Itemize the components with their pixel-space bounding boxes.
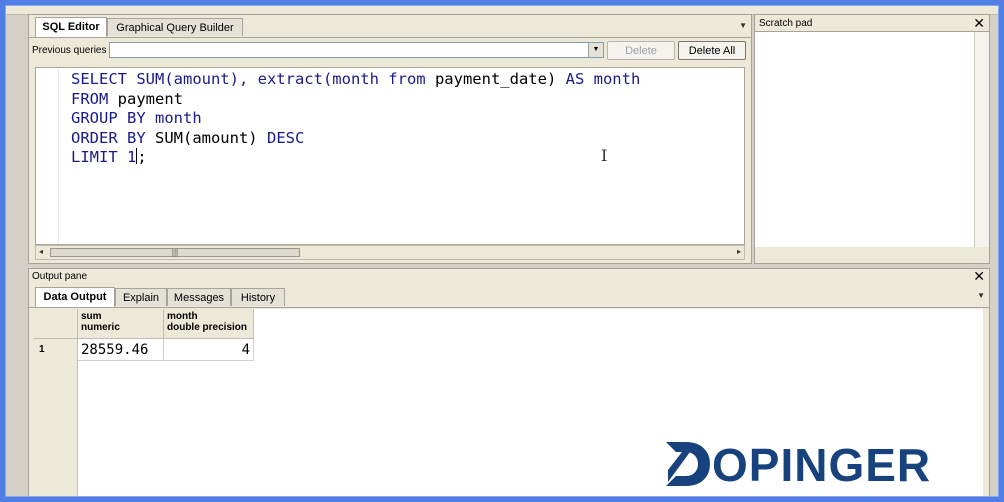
tab-messages[interactable]: Messages: [167, 288, 231, 306]
logo-d-mark-icon: [666, 442, 710, 486]
column-header-month[interactable]: month double precision: [164, 309, 254, 339]
scratch-pad-title: Scratch pad: [759, 18, 813, 29]
logo-text: OPINGER: [712, 439, 932, 491]
sql-code-lines: SELECT SUM(amount), extract(month from p…: [71, 70, 640, 168]
tab-sql-editor[interactable]: SQL Editor: [35, 17, 107, 37]
scratch-vertical-scrollbar[interactable]: [974, 32, 989, 248]
scrollbar-thumb[interactable]: |||: [50, 248, 300, 257]
tab-menu-icon[interactable]: ▼: [739, 21, 747, 30]
tab-data-output[interactable]: Data Output: [35, 287, 115, 307]
table-cell-sum[interactable]: 28559.46: [78, 339, 164, 361]
scroll-right-icon[interactable]: ▸: [737, 247, 741, 256]
sql-code-editor[interactable]: SELECT SUM(amount), extract(month from p…: [35, 67, 745, 245]
tab-graphical-query-builder[interactable]: Graphical Query Builder: [107, 18, 243, 36]
editor-tabbar: SQL Editor Graphical Query Builder ▼: [29, 15, 751, 38]
grid-corner: [33, 309, 78, 339]
previous-queries-label: Previous queries: [32, 45, 107, 56]
ibeam-cursor-icon: I: [601, 146, 608, 165]
scratch-pad-panel: Scratch pad ✕: [754, 14, 990, 264]
dopinger-logo: OPINGER: [662, 436, 972, 494]
scratch-horizontal-scrollbar[interactable]: [755, 247, 989, 263]
sql-editor-panel: SQL Editor Graphical Query Builder ▼ Pre…: [28, 14, 752, 264]
close-icon[interactable]: ✕: [973, 268, 985, 285]
column-header-sum[interactable]: sum numeric: [78, 309, 164, 339]
code-line-3: GROUP BY month: [71, 109, 202, 127]
scratch-pad-textarea[interactable]: [755, 31, 989, 248]
code-line-4: ORDER BY SUM(amount) DESC: [71, 128, 305, 147]
column-type: double precision: [167, 322, 248, 333]
column-name: sum: [81, 311, 102, 322]
editor-gutter: [36, 68, 59, 244]
code-line-1: SELECT SUM(amount), extract(month from p…: [71, 70, 641, 88]
previous-queries-select[interactable]: ▼: [109, 42, 604, 58]
code-line-2: FROM payment: [71, 89, 183, 108]
row-header-column: [33, 361, 78, 496]
delete-all-button[interactable]: Delete All: [678, 41, 746, 60]
row-number: 1: [33, 339, 78, 361]
tab-menu-icon[interactable]: ▼: [977, 291, 985, 300]
delete-button[interactable]: Delete: [607, 41, 675, 60]
table-cell-month[interactable]: 4: [164, 339, 254, 361]
tab-explain[interactable]: Explain: [115, 288, 167, 306]
column-name: month: [167, 311, 198, 322]
editor-horizontal-scrollbar[interactable]: ◂ ||| ▸: [35, 245, 745, 260]
close-icon[interactable]: ✕: [973, 15, 985, 32]
scroll-left-icon[interactable]: ◂: [39, 247, 43, 256]
code-line-5: LIMIT 1;: [71, 148, 147, 166]
chevron-down-icon[interactable]: ▼: [588, 43, 603, 57]
previous-queries-row: Previous queries ▼ Delete Delete All: [29, 38, 751, 64]
column-type: numeric: [81, 322, 120, 333]
output-tabbar: Data Output Explain Messages History ▼: [29, 285, 989, 308]
app-window: SQL Editor Graphical Query Builder ▼ Pre…: [5, 5, 999, 497]
output-pane-title: Output pane: [32, 271, 88, 282]
tab-history[interactable]: History: [231, 288, 285, 306]
